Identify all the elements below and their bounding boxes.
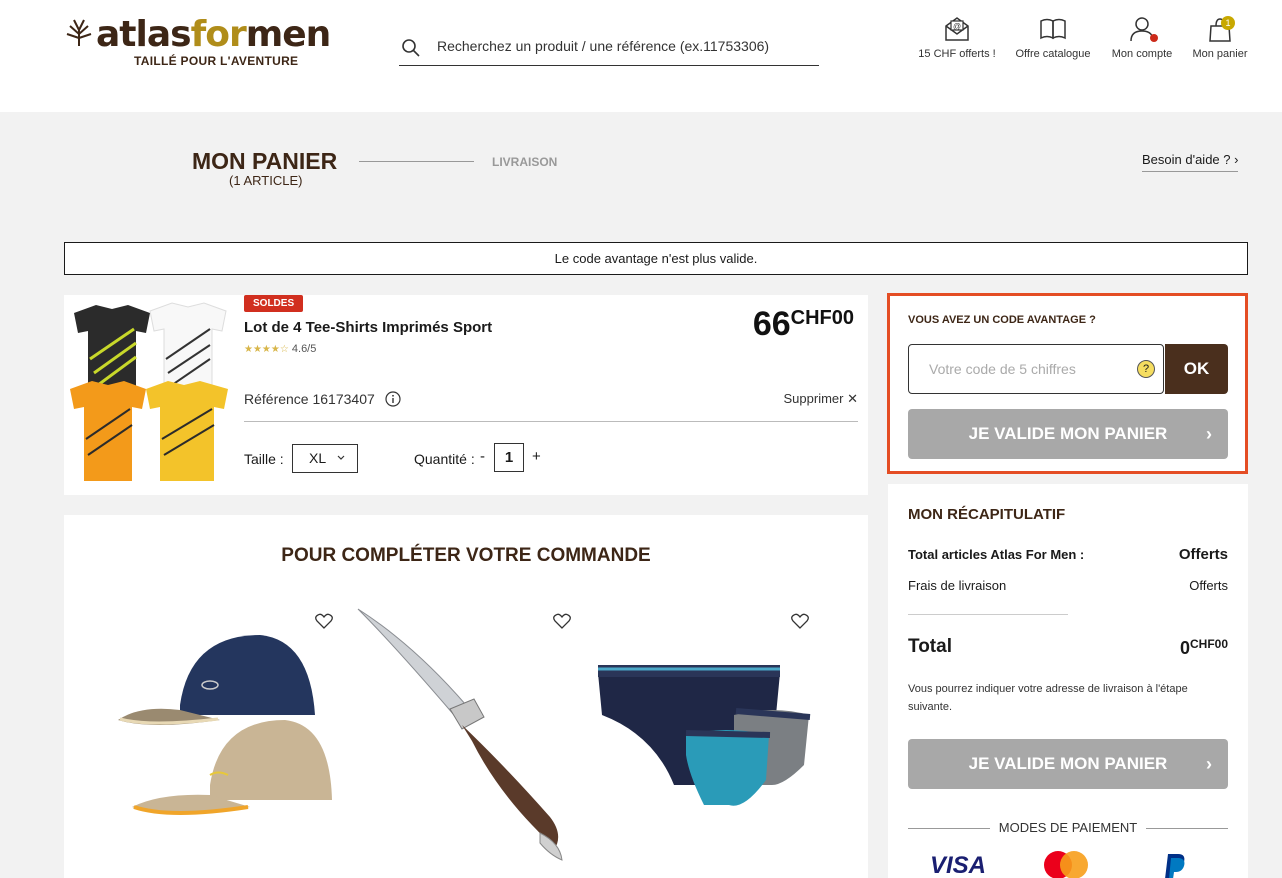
alert-message: Le code avantage n'est plus valide. (64, 242, 1248, 275)
nav-catalog[interactable]: Offre catalogue (1010, 16, 1096, 66)
heart-icon[interactable] (791, 613, 809, 629)
validate-cart-button-bottom[interactable]: JE VALIDE MON PANIER › (908, 739, 1228, 789)
nav-account[interactable]: Mon compte (1106, 16, 1178, 66)
nav-account-label: Mon compte (1111, 48, 1173, 60)
total-decimal: CHF00 (1189, 637, 1228, 651)
site-logo[interactable]: atlasformen TAILLÉ POUR L'AVENTURE (62, 14, 331, 74)
coupon-ok-button[interactable]: OK (1165, 344, 1228, 394)
suggestions-title: POUR COMPLÉTER VOTRE COMMANDE (281, 545, 651, 566)
help-link[interactable]: Besoin d'aide ? › (1142, 152, 1239, 172)
product-price: 66CHF00 (753, 305, 854, 344)
paypal-logo-icon (1165, 854, 1185, 878)
step-current-title: MON PANIER (192, 148, 338, 174)
svg-text:@: @ (953, 22, 961, 31)
quantity-label: Quantité : (414, 451, 475, 467)
coupon-input-wrapper: ? (908, 344, 1164, 394)
help-link-label: Besoin d'aide ? (1142, 152, 1231, 167)
gift-mail-icon: @ (945, 17, 969, 41)
divider (244, 421, 858, 422)
summary-shipping-label: Frais de livraison (908, 578, 1007, 593)
coupon-code-input[interactable] (929, 345, 1129, 393)
summary-total-row: Total 0CHF00 (908, 636, 1228, 658)
cart-count-badge: 1 (1221, 16, 1235, 30)
suggestion-knife-image[interactable] (354, 605, 584, 865)
product-rating: ★★★★☆ 4.6/5 (244, 343, 316, 355)
logo-tagline: TAILLÉ POUR L'AVENTURE (134, 54, 299, 68)
suggestion-caps-image[interactable] (110, 625, 350, 845)
nav-cart-label: Mon panier (1192, 48, 1248, 60)
summary-items-value: Offerts (1178, 546, 1228, 563)
validate-cart-label: JE VALIDE MON PANIER (968, 754, 1168, 773)
rating-value: 4.6/5 (291, 343, 317, 355)
suggestions-section: POUR COMPLÉTER VOTRE COMMANDE (64, 515, 868, 878)
size-label: Taille : (244, 451, 284, 467)
reference-text: Référence 16173407 (244, 391, 375, 407)
step-divider (359, 161, 474, 162)
order-summary: MON RÉCAPITULATIF Total articles Atlas F… (888, 484, 1248, 878)
summary-total-value: 0CHF00 (1179, 637, 1228, 659)
chevron-right-icon: › (1206, 754, 1212, 774)
divider (1146, 828, 1228, 829)
site-header: atlasformen TAILLÉ POUR L'AVENTURE @ 15 … (0, 0, 1282, 112)
cart-item: SOLDES Lot de 4 Tee-Shirts Imprimés Spor… (64, 295, 868, 495)
price-integer: 66 (752, 305, 791, 343)
summary-shipping-value: Offerts (1189, 578, 1228, 593)
validate-cart-label: JE VALIDE MON PANIER (968, 424, 1168, 443)
summary-title: MON RÉCAPITULATIF (908, 506, 1066, 523)
catalog-book-icon (1040, 18, 1066, 40)
size-select[interactable]: XL (292, 444, 358, 473)
nav-catalog-label: Offre catalogue (1015, 48, 1091, 60)
quantity-increase-button[interactable]: + (532, 448, 541, 465)
sale-badge: SOLDES (244, 295, 304, 312)
rating-stars: ★★★★☆ (244, 344, 289, 355)
chevron-right-icon: › (1234, 152, 1239, 167)
payment-methods-title: MODES DE PAIEMENT (908, 820, 1228, 836)
logo-wordmark: atlasformen (96, 14, 331, 55)
delete-item-button[interactable]: Supprimer ✕ (784, 391, 858, 407)
summary-total-label: Total (908, 636, 952, 657)
product-name[interactable]: Lot de 4 Tee-Shirts Imprimés Sport (244, 319, 492, 336)
step-next-label: LIVRAISON (492, 155, 558, 169)
account-status-dot (1150, 34, 1158, 42)
validate-cart-button[interactable]: JE VALIDE MON PANIER › (908, 409, 1228, 459)
tshirt-yellow (146, 381, 228, 481)
summary-note: Vous pourrez indiquer votre adresse de l… (908, 683, 1188, 713)
tshirt-white (149, 302, 227, 394)
search-input[interactable] (437, 34, 807, 58)
visa-logo: VISA (930, 852, 987, 878)
tshirt-orange (70, 381, 146, 481)
mastercard-logo-icon (1044, 851, 1088, 878)
size-value: XL (309, 450, 326, 466)
summary-shipping-row: Frais de livraison Offerts (908, 578, 1228, 593)
chevron-right-icon: › (1206, 424, 1212, 444)
nav-offer[interactable]: @ 15 CHF offerts ! (912, 16, 1002, 66)
search-bar (399, 30, 819, 66)
leaf-logo-icon (66, 19, 92, 46)
divider (908, 828, 990, 829)
suggestion-briefs-image[interactable] (594, 655, 824, 825)
tshirt-black (74, 305, 150, 395)
payment-methods-label: MODES DE PAIEMENT (998, 820, 1138, 835)
quantity-field[interactable]: 1 (494, 443, 524, 472)
search-icon[interactable] (401, 38, 421, 58)
summary-items-row: Total articles Atlas For Men : Offerts (908, 546, 1228, 563)
chevron-down-icon (337, 455, 344, 460)
total-integer: 0 (1179, 638, 1190, 658)
divider (908, 614, 1068, 615)
summary-items-label: Total articles Atlas For Men : (908, 547, 1085, 562)
product-reference: Référence 16173407 (244, 391, 401, 407)
price-decimal: CHF00 (790, 307, 854, 329)
quantity-decrease-button[interactable]: - (480, 448, 485, 465)
coupon-panel: VOUS AVEZ UN CODE AVANTAGE ? ? OK JE VAL… (887, 293, 1248, 474)
nav-offer-label: 15 CHF offerts ! (918, 48, 996, 60)
coupon-title: VOUS AVEZ UN CODE AVANTAGE ? (908, 314, 1096, 326)
product-image[interactable] (68, 299, 232, 487)
help-question-icon[interactable]: ? (1137, 360, 1155, 378)
nav-cart[interactable]: Mon panier 1 (1188, 16, 1252, 66)
info-icon[interactable] (385, 391, 401, 407)
step-current-subtitle: (1 ARTICLE) (229, 173, 303, 188)
